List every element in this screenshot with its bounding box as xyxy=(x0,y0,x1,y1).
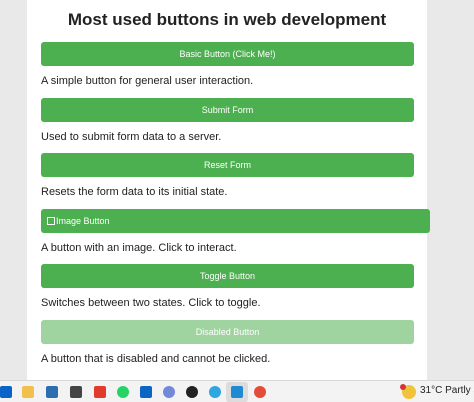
pdf-icon[interactable] xyxy=(94,386,106,398)
weather-text[interactable]: 31°C Partly su xyxy=(420,385,474,396)
taskbar: 31°C Partly su xyxy=(0,380,474,402)
telegram-icon[interactable] xyxy=(209,386,221,398)
reset-button-label: Reset Form xyxy=(203,160,251,170)
toggle-button-label: Toggle Button xyxy=(199,271,256,281)
vscode-icon[interactable] xyxy=(231,386,243,398)
disabled-button: Disabled Button xyxy=(41,320,414,344)
reset-button-description: Resets the form data to its initial stat… xyxy=(41,186,228,198)
basic-button[interactable]: Basic Button (Click Me!) xyxy=(41,42,414,66)
file-explorer-icon[interactable] xyxy=(22,386,34,398)
submit-button[interactable]: Submit Form xyxy=(41,98,414,122)
github-icon[interactable] xyxy=(186,386,198,398)
submit-button-description: Used to submit form data to a server. xyxy=(41,131,222,143)
linkedin-icon[interactable] xyxy=(140,386,152,398)
toggle-button[interactable]: Toggle Button xyxy=(41,264,414,288)
discord-icon[interactable] xyxy=(163,386,175,398)
image-button[interactable]: Image Button xyxy=(41,209,430,233)
whatsapp-icon[interactable] xyxy=(117,386,129,398)
store-icon[interactable] xyxy=(46,386,58,398)
toggle-button-description: Switches between two states. Click to to… xyxy=(41,297,261,309)
submit-button-label: Submit Form xyxy=(201,105,254,115)
disabled-button-description: A button that is disabled and cannot be … xyxy=(41,353,271,365)
start-icon[interactable] xyxy=(0,386,12,398)
app-icon[interactable] xyxy=(70,386,82,398)
basic-button-description: A simple button for general user interac… xyxy=(41,75,254,87)
page-card: Most used buttons in web development Bas… xyxy=(27,0,430,380)
basic-button-label: Basic Button (Click Me!) xyxy=(179,49,276,59)
page-title: Most used buttons in web development xyxy=(67,10,387,29)
image-button-description: A button with an image. Click to interac… xyxy=(41,242,237,254)
disabled-button-label: Disabled Button xyxy=(195,327,260,337)
image-button-label: Image Button xyxy=(56,216,110,226)
chrome-icon[interactable] xyxy=(254,386,266,398)
reset-button[interactable]: Reset Form xyxy=(41,153,414,177)
notification-badge-icon xyxy=(400,384,406,390)
broken-image-icon xyxy=(47,217,55,225)
